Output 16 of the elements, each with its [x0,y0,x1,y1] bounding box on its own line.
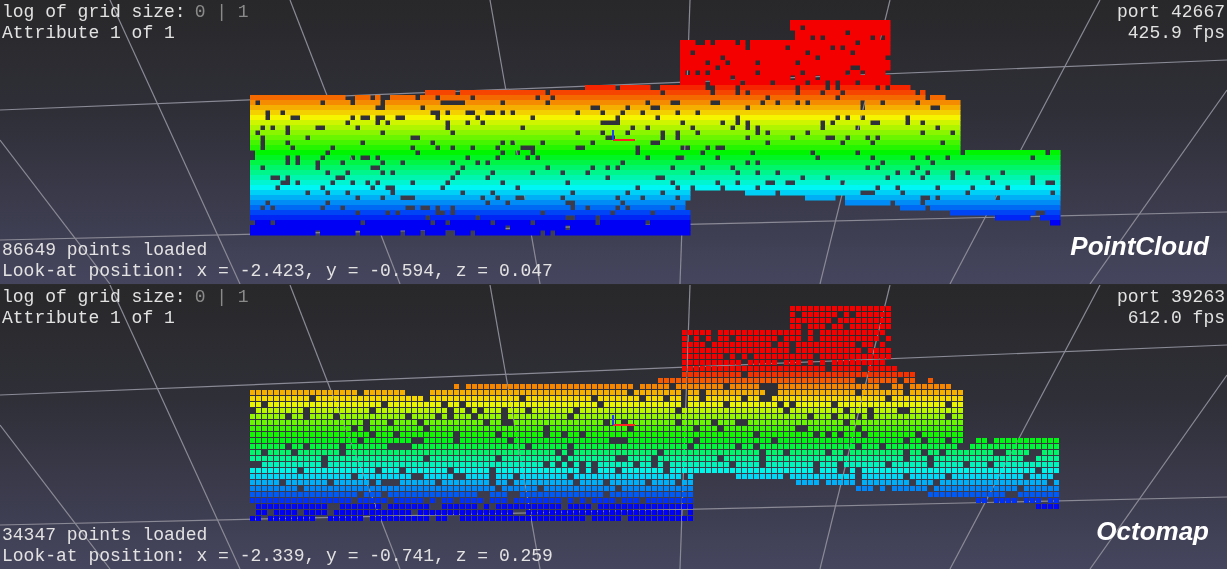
grid-size-values: 0 | 1 [194,287,249,308]
grid-size-label: log of grid size: [2,2,186,23]
port-label: port 42667 [1116,2,1225,23]
fps-label: 425.9 fps [1127,23,1225,44]
fps-label: 612.0 fps [1127,308,1225,329]
port-label: port 39263 [1116,287,1225,308]
grid-size-label: log of grid size: [2,287,186,308]
look-at-label: Look-at position: x = -2.423, y = -0.594, z = 0.047 [2,261,553,282]
points-loaded-label: 34347 points loaded [2,525,209,546]
attribute-label: Attribute 1 of 1 [2,308,176,329]
look-at-label: Look-at position: x = -2.339, y = -0.741, z = 0.259 [2,546,553,567]
attribute-label: Attribute 1 of 1 [2,23,176,44]
grid-size-values: 0 | 1 [194,2,249,23]
view-title: PointCloud [1070,231,1209,262]
points-loaded-label: 86649 points loaded [2,240,209,261]
view-title: Octomap [1096,516,1209,547]
